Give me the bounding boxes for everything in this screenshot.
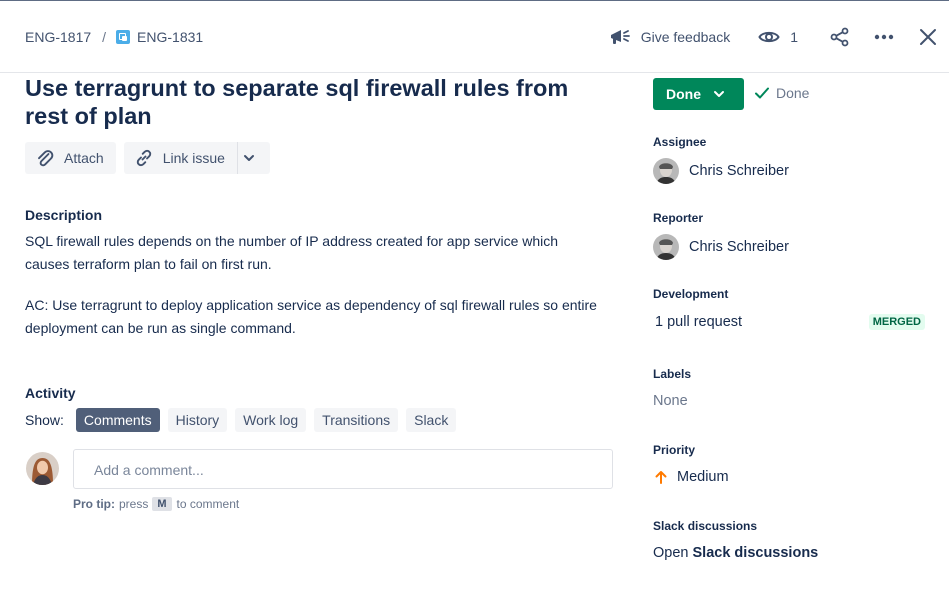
arrow-up-icon (655, 471, 667, 484)
status-button[interactable]: Done (653, 78, 744, 110)
current-user-avatar (26, 452, 59, 485)
close-button[interactable] (916, 25, 940, 49)
slack-open-prefix: Open (653, 545, 689, 561)
breadcrumb-separator: / (102, 29, 107, 45)
open-slack-discussions-link[interactable]: Open Slack discussions (653, 545, 818, 561)
priority-label: Priority (653, 443, 696, 457)
reporter-field[interactable]: Chris Schreiber (653, 234, 789, 260)
watch-button[interactable]: 1 (758, 29, 798, 45)
description-heading: Description (25, 207, 103, 223)
assignee-label: Assignee (653, 135, 707, 149)
resolution-indicator: Done (754, 85, 809, 101)
filter-transitions[interactable]: Transitions (314, 408, 399, 432)
shortcut-key: M (152, 497, 172, 511)
paperclip-icon (38, 150, 54, 167)
assignee-name: Chris Schreiber (689, 163, 789, 179)
link-issue-button[interactable]: Link issue (123, 142, 237, 174)
filter-comments[interactable]: Comments (75, 408, 160, 432)
add-comment-input[interactable]: Add a comment... (73, 449, 613, 489)
assignee-field[interactable]: Chris Schreiber (653, 158, 789, 184)
filter-work-log[interactable]: Work log (235, 408, 307, 432)
activity-filter-bar: Show: Comments History Work log Transiti… (25, 408, 464, 432)
filter-history[interactable]: History (167, 408, 228, 432)
eye-icon (758, 31, 780, 43)
more-actions-button[interactable] (872, 25, 896, 49)
resolution-label: Done (776, 85, 810, 101)
close-icon (920, 29, 936, 45)
priority-field[interactable]: Medium (653, 469, 729, 485)
give-feedback-button[interactable]: Give feedback (609, 27, 731, 47)
issue-toolbar: Attach Link issue (25, 142, 270, 174)
give-feedback-label: Give feedback (640, 29, 731, 45)
attach-label: Attach (64, 150, 104, 166)
development-field[interactable]: 1 pull request MERGED (655, 314, 925, 330)
slack-discussions-link-text: Slack discussions (692, 545, 819, 561)
reporter-name: Chris Schreiber (689, 239, 789, 255)
merged-badge: MERGED (868, 314, 925, 330)
description-paragraph: AC: Use terragrunt to deploy application… (25, 297, 597, 336)
chevron-down-icon (244, 155, 255, 161)
description-paragraph: SQL firewall rules depends on the number… (25, 233, 559, 272)
link-issue-dropdown[interactable] (237, 142, 270, 174)
link-icon (136, 149, 151, 167)
slack-discussions-label: Slack discussions (653, 519, 758, 533)
issue-title[interactable]: Use terragrunt to separate sql firewall … (25, 74, 615, 130)
megaphone-icon (610, 30, 630, 44)
watch-count: 1 (790, 29, 798, 45)
subtask-icon (116, 30, 131, 44)
assignee-avatar (653, 158, 679, 184)
breadcrumb-parent[interactable]: ENG-1817 (25, 29, 91, 45)
issue-header: ENG-1817 / ENG-1831 Give feedback 1 (0, 1, 949, 73)
share-icon (830, 27, 849, 47)
pull-request-link[interactable]: 1 pull request (655, 314, 742, 330)
reporter-label: Reporter (653, 211, 704, 225)
pro-tip: Pro tip: press M to comment (73, 497, 239, 511)
breadcrumb: ENG-1817 / ENG-1831 (25, 29, 203, 45)
header-actions: Give feedback 1 (609, 1, 949, 73)
pro-tip-label: Pro tip: (73, 497, 115, 511)
development-label: Development (653, 287, 729, 301)
filter-slack[interactable]: Slack (406, 408, 457, 432)
description-body[interactable]: SQL firewall rules depends on the number… (25, 230, 605, 358)
share-button[interactable] (828, 25, 852, 49)
link-issue-label: Link issue (162, 150, 225, 166)
attach-button[interactable]: Attach (25, 142, 116, 174)
pro-tip-text: press (119, 497, 149, 511)
more-icon (874, 34, 894, 40)
breadcrumb-current[interactable]: ENG-1831 (137, 29, 203, 45)
labels-label: Labels (653, 367, 692, 381)
activity-heading: Activity (25, 385, 76, 401)
labels-field[interactable]: None (653, 393, 688, 409)
pro-tip-text: to comment (176, 497, 240, 511)
check-icon (755, 87, 769, 99)
status-label: Done (666, 86, 701, 102)
priority-value: Medium (677, 469, 729, 485)
show-label: Show: (25, 412, 64, 428)
chevron-down-icon (714, 91, 724, 97)
reporter-avatar (653, 234, 679, 260)
